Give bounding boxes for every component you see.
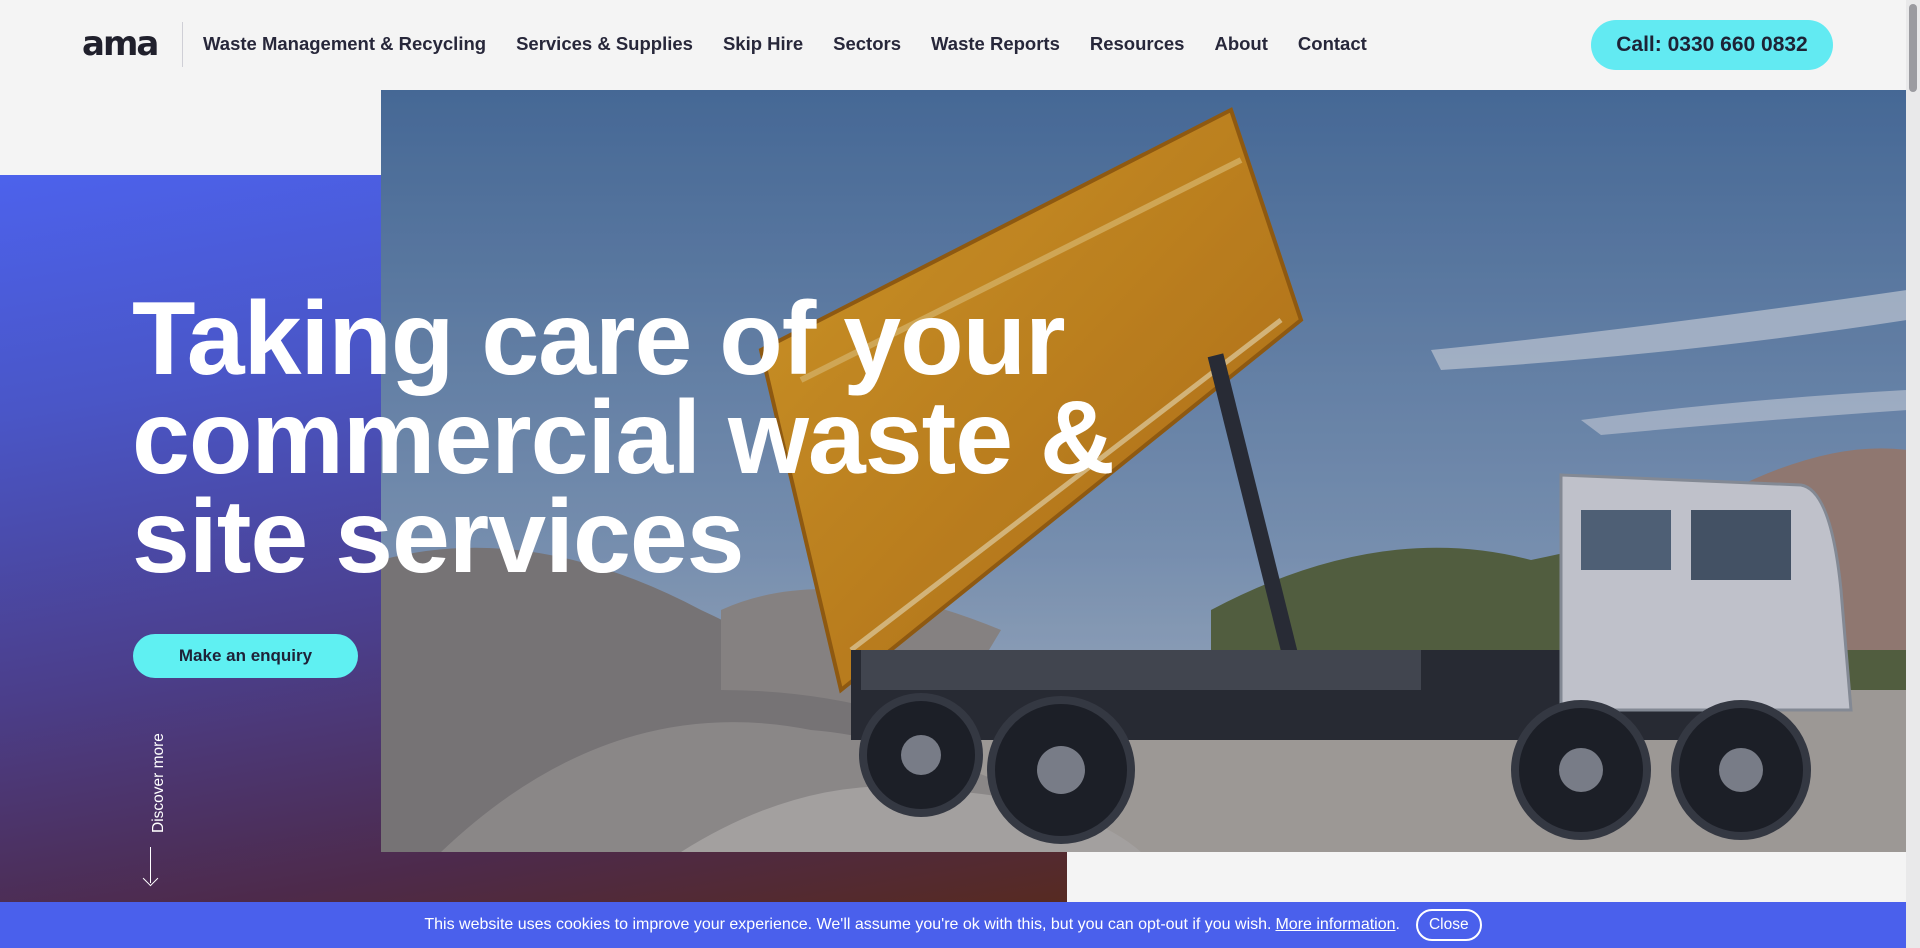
nav-skip-hire[interactable]: Skip Hire	[723, 32, 803, 56]
cookie-suffix: .	[1395, 916, 1400, 933]
nav-services-supplies[interactable]: Services & Supplies	[516, 32, 693, 56]
logo-divider	[182, 22, 183, 67]
call-button[interactable]: Call: 0330 660 0832	[1591, 20, 1833, 70]
more-information-link[interactable]: More information	[1275, 916, 1395, 934]
cookie-bar: This website uses cookies to improve you…	[0, 902, 1906, 948]
site-header: ama Waste Management & Recycling Service…	[0, 0, 1906, 90]
ama-logo[interactable]: ama	[82, 26, 159, 62]
hero-title-line-3: site services	[132, 479, 745, 595]
discover-more-link[interactable]: Discover more	[142, 725, 170, 887]
main-nav: Waste Management & Recycling Services & …	[203, 32, 1397, 56]
nav-sectors[interactable]: Sectors	[833, 32, 901, 56]
nav-waste-management[interactable]: Waste Management & Recycling	[203, 32, 486, 56]
discover-more-label: Discover more	[150, 733, 167, 833]
nav-waste-reports[interactable]: Waste Reports	[931, 32, 1060, 56]
nav-resources[interactable]: Resources	[1090, 32, 1185, 56]
page-scrollbar[interactable]	[1906, 0, 1920, 948]
make-enquiry-button[interactable]: Make an enquiry	[133, 634, 358, 678]
nav-about[interactable]: About	[1214, 32, 1267, 56]
cookie-close-button[interactable]: Close	[1415, 909, 1482, 941]
scrollbar-thumb[interactable]	[1909, 4, 1917, 92]
hero-title: Taking care of your commercial waste & s…	[132, 287, 1232, 589]
nav-contact[interactable]: Contact	[1298, 32, 1367, 56]
cookie-message: This website uses cookies to improve you…	[424, 916, 1272, 933]
